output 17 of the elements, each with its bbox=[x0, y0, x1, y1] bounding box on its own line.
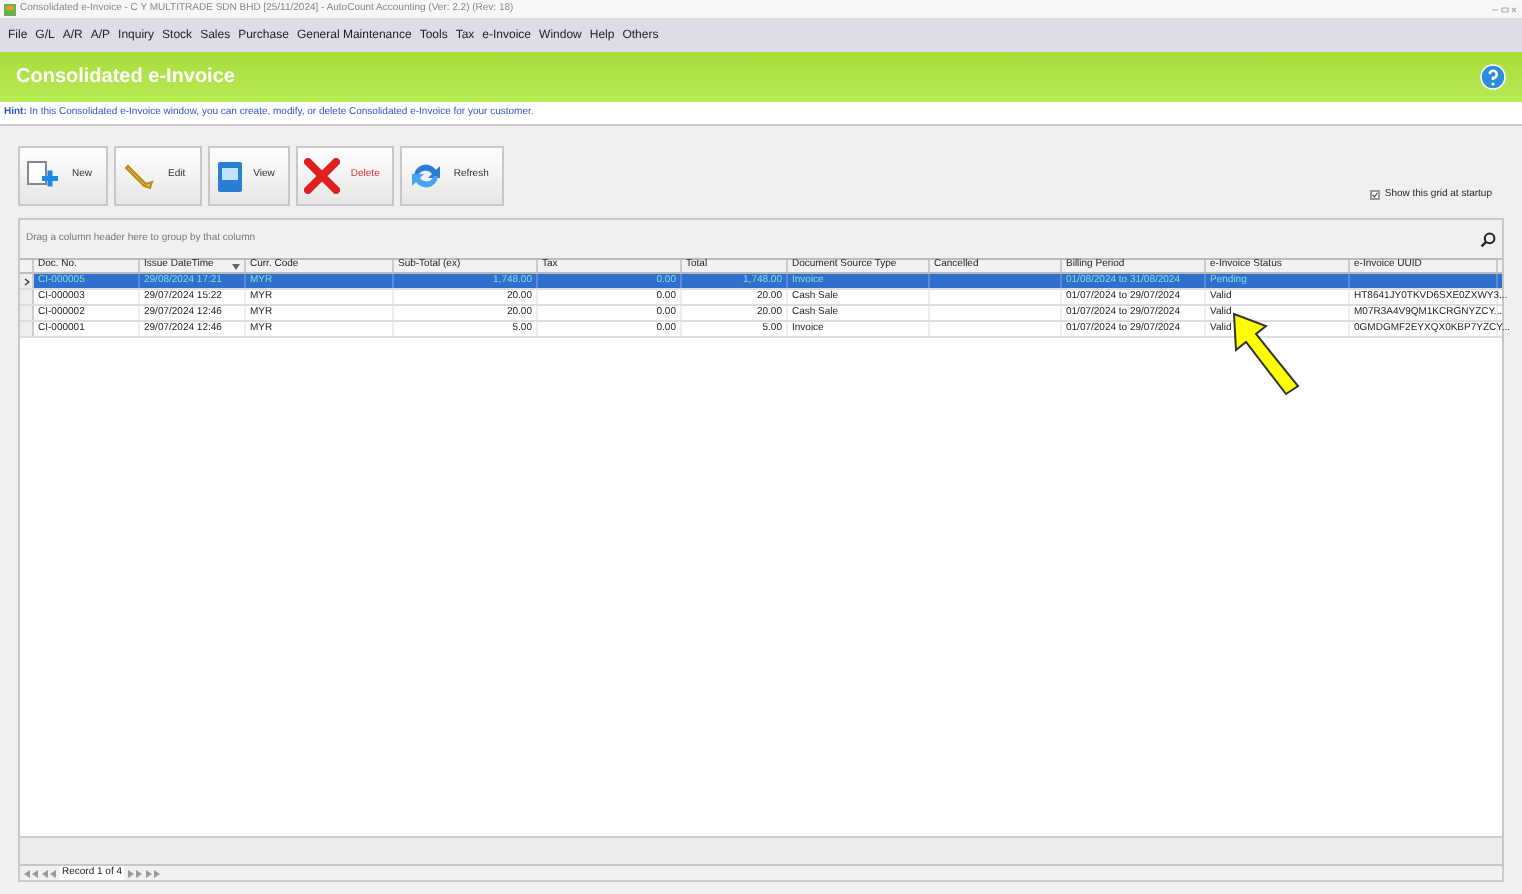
refresh-icon bbox=[407, 160, 444, 192]
annotation-arrow bbox=[1230, 310, 1302, 398]
search-icon[interactable] bbox=[1480, 231, 1496, 247]
check-icon bbox=[1372, 191, 1379, 198]
delete-x-icon bbox=[304, 158, 341, 194]
next-last-buttons-icon[interactable] bbox=[128, 869, 161, 877]
new-document-icon bbox=[26, 160, 62, 192]
sort-icon bbox=[232, 263, 240, 269]
checkbox[interactable] bbox=[1370, 189, 1381, 200]
help-icon[interactable] bbox=[1480, 64, 1506, 90]
window-controls-icon bbox=[1490, 5, 1518, 13]
header-title: Consolidated e-Invoice bbox=[16, 64, 235, 92]
current-row-icon bbox=[23, 277, 29, 285]
pencil-icon bbox=[122, 160, 159, 192]
first-prev-buttons-icon[interactable] bbox=[24, 869, 56, 877]
document-icon bbox=[215, 159, 244, 193]
app-icon bbox=[4, 3, 16, 15]
